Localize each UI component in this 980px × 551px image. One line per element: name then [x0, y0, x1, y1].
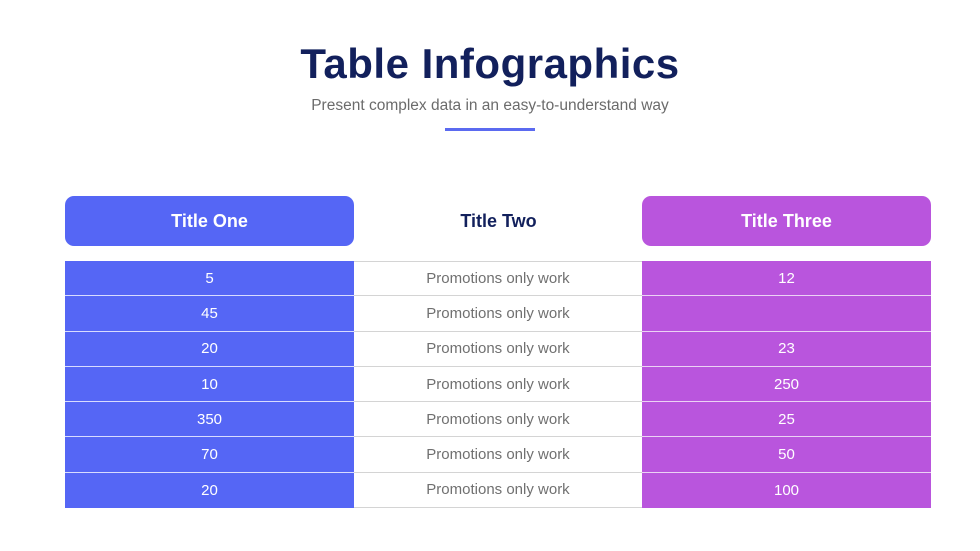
cell-title-one: 350 [65, 402, 354, 438]
column-header-title-two: Title Two [460, 210, 537, 231]
table-row: 45 Promotions only work [65, 296, 931, 332]
cell-title-three: 100 [642, 472, 931, 509]
column-header-title-one: Title One [65, 196, 354, 246]
cell-title-two: Promotions only work [354, 296, 642, 332]
table-row: 5 Promotions only work 12 [65, 261, 931, 297]
table-row: 70 Promotions only work 50 [65, 437, 931, 473]
cell-title-two: Promotions only work [354, 437, 642, 473]
cell-title-one: 70 [65, 437, 354, 473]
table-row: 10 Promotions only work 250 [65, 366, 931, 403]
cell-title-two: Promotions only work [354, 261, 642, 297]
cell-title-three: 50 [642, 437, 931, 473]
cell-title-three: 250 [642, 366, 931, 403]
cell-title-three: 23 [642, 331, 931, 367]
cell-title-two: Promotions only work [354, 472, 642, 509]
cell-title-three: 25 [642, 402, 931, 438]
cell-title-one: 5 [65, 261, 354, 297]
cell-title-two: Promotions only work [354, 402, 642, 438]
title-underline-divider [445, 128, 535, 131]
table-row: 20 Promotions only work 23 [65, 331, 931, 367]
data-table: 5 Promotions only work 12 45 Promotions … [65, 261, 931, 509]
table-row: 350 Promotions only work 25 [65, 402, 931, 438]
table-row: 20 Promotions only work 100 [65, 472, 931, 509]
page-title: Table Infographics [300, 40, 680, 87]
cell-title-three: 12 [642, 261, 931, 297]
cell-title-three [642, 296, 931, 332]
page-subtitle: Present complex data in an easy-to-under… [311, 97, 669, 114]
cell-title-one: 10 [65, 366, 354, 403]
cell-title-one: 20 [65, 331, 354, 367]
cell-title-one: 45 [65, 296, 354, 332]
column-header-title-three: Title Three [642, 196, 931, 246]
cell-title-one: 20 [65, 472, 354, 509]
cell-title-two: Promotions only work [354, 331, 642, 367]
cell-title-two: Promotions only work [354, 366, 642, 403]
